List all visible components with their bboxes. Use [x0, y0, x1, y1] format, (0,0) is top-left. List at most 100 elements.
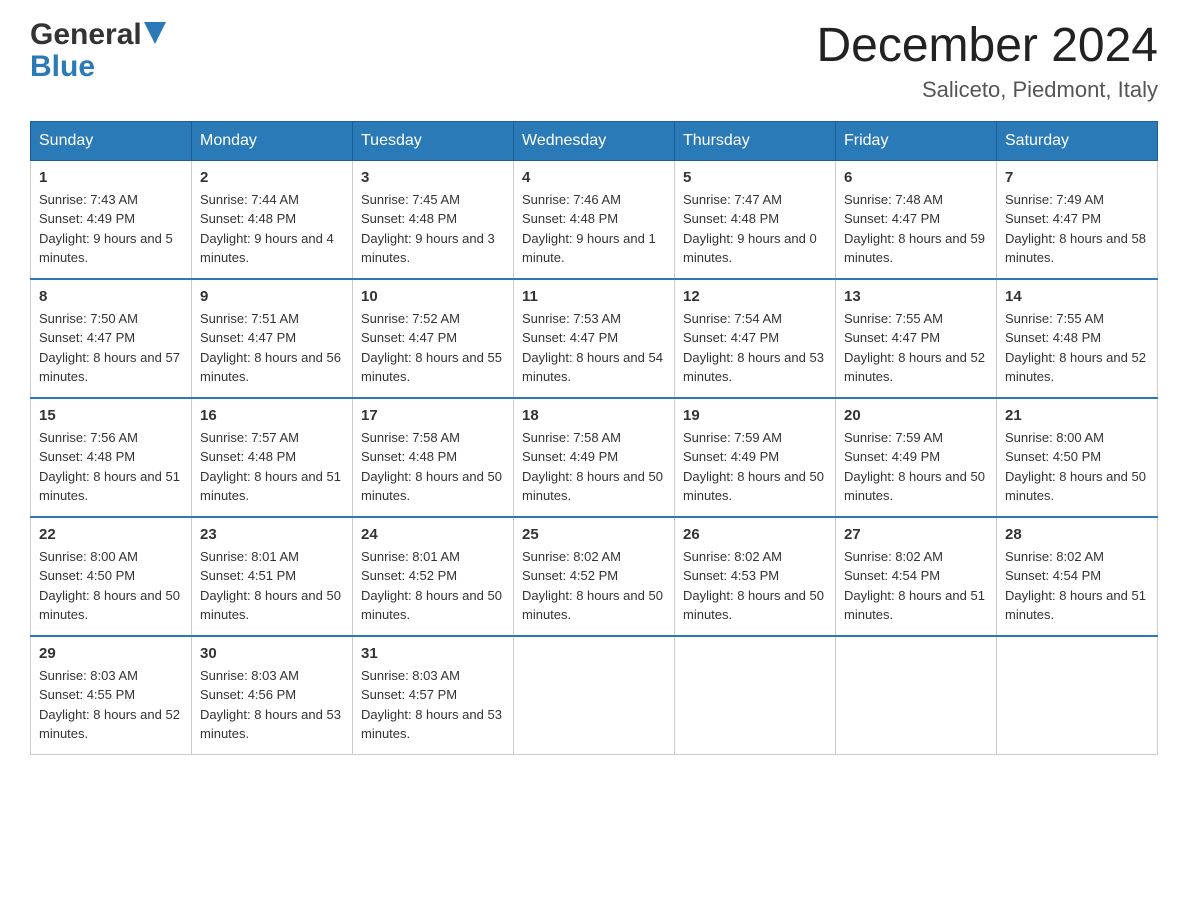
day-info: Sunrise: 7:57 AM Sunset: 4:48 PM Dayligh… [200, 428, 344, 506]
day-number: 19 [683, 407, 827, 424]
calendar-week-row: 8 Sunrise: 7:50 AM Sunset: 4:47 PM Dayli… [31, 279, 1158, 398]
weekday-header-row: Sunday Monday Tuesday Wednesday Thursday… [31, 121, 1158, 160]
table-row: 11 Sunrise: 7:53 AM Sunset: 4:47 PM Dayl… [514, 279, 675, 398]
table-row: 24 Sunrise: 8:01 AM Sunset: 4:52 PM Dayl… [353, 517, 514, 636]
day-info: Sunrise: 7:47 AM Sunset: 4:48 PM Dayligh… [683, 190, 827, 268]
table-row [836, 636, 997, 755]
table-row: 12 Sunrise: 7:54 AM Sunset: 4:47 PM Dayl… [675, 279, 836, 398]
day-number: 23 [200, 526, 344, 543]
table-row: 9 Sunrise: 7:51 AM Sunset: 4:47 PM Dayli… [192, 279, 353, 398]
day-number: 17 [361, 407, 505, 424]
table-row: 10 Sunrise: 7:52 AM Sunset: 4:47 PM Dayl… [353, 279, 514, 398]
table-row: 19 Sunrise: 7:59 AM Sunset: 4:49 PM Dayl… [675, 398, 836, 517]
day-info: Sunrise: 7:54 AM Sunset: 4:47 PM Dayligh… [683, 309, 827, 387]
table-row: 1 Sunrise: 7:43 AM Sunset: 4:49 PM Dayli… [31, 160, 192, 279]
day-number: 5 [683, 169, 827, 186]
table-row: 17 Sunrise: 7:58 AM Sunset: 4:48 PM Dayl… [353, 398, 514, 517]
day-info: Sunrise: 7:44 AM Sunset: 4:48 PM Dayligh… [200, 190, 344, 268]
day-info: Sunrise: 7:59 AM Sunset: 4:49 PM Dayligh… [844, 428, 988, 506]
day-info: Sunrise: 7:50 AM Sunset: 4:47 PM Dayligh… [39, 309, 183, 387]
calendar-week-row: 1 Sunrise: 7:43 AM Sunset: 4:49 PM Dayli… [31, 160, 1158, 279]
table-row: 27 Sunrise: 8:02 AM Sunset: 4:54 PM Dayl… [836, 517, 997, 636]
day-info: Sunrise: 7:48 AM Sunset: 4:47 PM Dayligh… [844, 190, 988, 268]
day-number: 9 [200, 288, 344, 305]
table-row: 2 Sunrise: 7:44 AM Sunset: 4:48 PM Dayli… [192, 160, 353, 279]
logo-general: General [30, 20, 142, 50]
calendar-week-row: 22 Sunrise: 8:00 AM Sunset: 4:50 PM Dayl… [31, 517, 1158, 636]
day-info: Sunrise: 8:02 AM Sunset: 4:54 PM Dayligh… [844, 547, 988, 625]
day-number: 12 [683, 288, 827, 305]
header-thursday: Thursday [675, 121, 836, 160]
table-row: 23 Sunrise: 8:01 AM Sunset: 4:51 PM Dayl… [192, 517, 353, 636]
day-info: Sunrise: 8:03 AM Sunset: 4:55 PM Dayligh… [39, 666, 183, 744]
table-row: 21 Sunrise: 8:00 AM Sunset: 4:50 PM Dayl… [997, 398, 1158, 517]
header-monday: Monday [192, 121, 353, 160]
day-number: 6 [844, 169, 988, 186]
day-number: 16 [200, 407, 344, 424]
header-friday: Friday [836, 121, 997, 160]
table-row: 26 Sunrise: 8:02 AM Sunset: 4:53 PM Dayl… [675, 517, 836, 636]
day-number: 27 [844, 526, 988, 543]
table-row: 6 Sunrise: 7:48 AM Sunset: 4:47 PM Dayli… [836, 160, 997, 279]
day-number: 24 [361, 526, 505, 543]
table-row: 13 Sunrise: 7:55 AM Sunset: 4:47 PM Dayl… [836, 279, 997, 398]
logo-arrow-icon [144, 22, 166, 44]
table-row: 20 Sunrise: 7:59 AM Sunset: 4:49 PM Dayl… [836, 398, 997, 517]
day-info: Sunrise: 7:59 AM Sunset: 4:49 PM Dayligh… [683, 428, 827, 506]
day-info: Sunrise: 7:58 AM Sunset: 4:48 PM Dayligh… [361, 428, 505, 506]
day-number: 25 [522, 526, 666, 543]
table-row: 7 Sunrise: 7:49 AM Sunset: 4:47 PM Dayli… [997, 160, 1158, 279]
day-info: Sunrise: 7:52 AM Sunset: 4:47 PM Dayligh… [361, 309, 505, 387]
header-saturday: Saturday [997, 121, 1158, 160]
day-number: 2 [200, 169, 344, 186]
day-number: 8 [39, 288, 183, 305]
day-number: 18 [522, 407, 666, 424]
table-row [675, 636, 836, 755]
month-title: December 2024 [816, 20, 1158, 73]
day-number: 22 [39, 526, 183, 543]
title-block: December 2024 Saliceto, Piedmont, Italy [816, 20, 1158, 103]
table-row: 28 Sunrise: 8:02 AM Sunset: 4:54 PM Dayl… [997, 517, 1158, 636]
table-row: 25 Sunrise: 8:02 AM Sunset: 4:52 PM Dayl… [514, 517, 675, 636]
header-wednesday: Wednesday [514, 121, 675, 160]
day-number: 26 [683, 526, 827, 543]
table-row: 8 Sunrise: 7:50 AM Sunset: 4:47 PM Dayli… [31, 279, 192, 398]
day-number: 10 [361, 288, 505, 305]
day-info: Sunrise: 7:55 AM Sunset: 4:47 PM Dayligh… [844, 309, 988, 387]
table-row [997, 636, 1158, 755]
day-info: Sunrise: 7:51 AM Sunset: 4:47 PM Dayligh… [200, 309, 344, 387]
day-info: Sunrise: 7:46 AM Sunset: 4:48 PM Dayligh… [522, 190, 666, 268]
day-number: 13 [844, 288, 988, 305]
day-number: 28 [1005, 526, 1149, 543]
day-number: 11 [522, 288, 666, 305]
calendar-week-row: 29 Sunrise: 8:03 AM Sunset: 4:55 PM Dayl… [31, 636, 1158, 755]
location-subtitle: Saliceto, Piedmont, Italy [816, 77, 1158, 103]
day-info: Sunrise: 8:00 AM Sunset: 4:50 PM Dayligh… [39, 547, 183, 625]
table-row: 14 Sunrise: 7:55 AM Sunset: 4:48 PM Dayl… [997, 279, 1158, 398]
day-info: Sunrise: 7:58 AM Sunset: 4:49 PM Dayligh… [522, 428, 666, 506]
table-row: 31 Sunrise: 8:03 AM Sunset: 4:57 PM Dayl… [353, 636, 514, 755]
day-info: Sunrise: 7:45 AM Sunset: 4:48 PM Dayligh… [361, 190, 505, 268]
logo: General Blue [30, 20, 166, 82]
day-info: Sunrise: 8:02 AM Sunset: 4:53 PM Dayligh… [683, 547, 827, 625]
day-info: Sunrise: 8:02 AM Sunset: 4:54 PM Dayligh… [1005, 547, 1149, 625]
day-info: Sunrise: 8:03 AM Sunset: 4:57 PM Dayligh… [361, 666, 505, 744]
table-row: 29 Sunrise: 8:03 AM Sunset: 4:55 PM Dayl… [31, 636, 192, 755]
day-info: Sunrise: 7:53 AM Sunset: 4:47 PM Dayligh… [522, 309, 666, 387]
day-number: 29 [39, 645, 183, 662]
calendar-week-row: 15 Sunrise: 7:56 AM Sunset: 4:48 PM Dayl… [31, 398, 1158, 517]
day-info: Sunrise: 7:55 AM Sunset: 4:48 PM Dayligh… [1005, 309, 1149, 387]
day-info: Sunrise: 7:49 AM Sunset: 4:47 PM Dayligh… [1005, 190, 1149, 268]
day-number: 31 [361, 645, 505, 662]
day-number: 4 [522, 169, 666, 186]
table-row: 18 Sunrise: 7:58 AM Sunset: 4:49 PM Dayl… [514, 398, 675, 517]
day-number: 21 [1005, 407, 1149, 424]
day-number: 30 [200, 645, 344, 662]
day-number: 14 [1005, 288, 1149, 305]
day-info: Sunrise: 7:43 AM Sunset: 4:49 PM Dayligh… [39, 190, 183, 268]
table-row: 5 Sunrise: 7:47 AM Sunset: 4:48 PM Dayli… [675, 160, 836, 279]
day-number: 7 [1005, 169, 1149, 186]
day-number: 1 [39, 169, 183, 186]
day-info: Sunrise: 8:03 AM Sunset: 4:56 PM Dayligh… [200, 666, 344, 744]
logo-blue: Blue [30, 52, 95, 82]
